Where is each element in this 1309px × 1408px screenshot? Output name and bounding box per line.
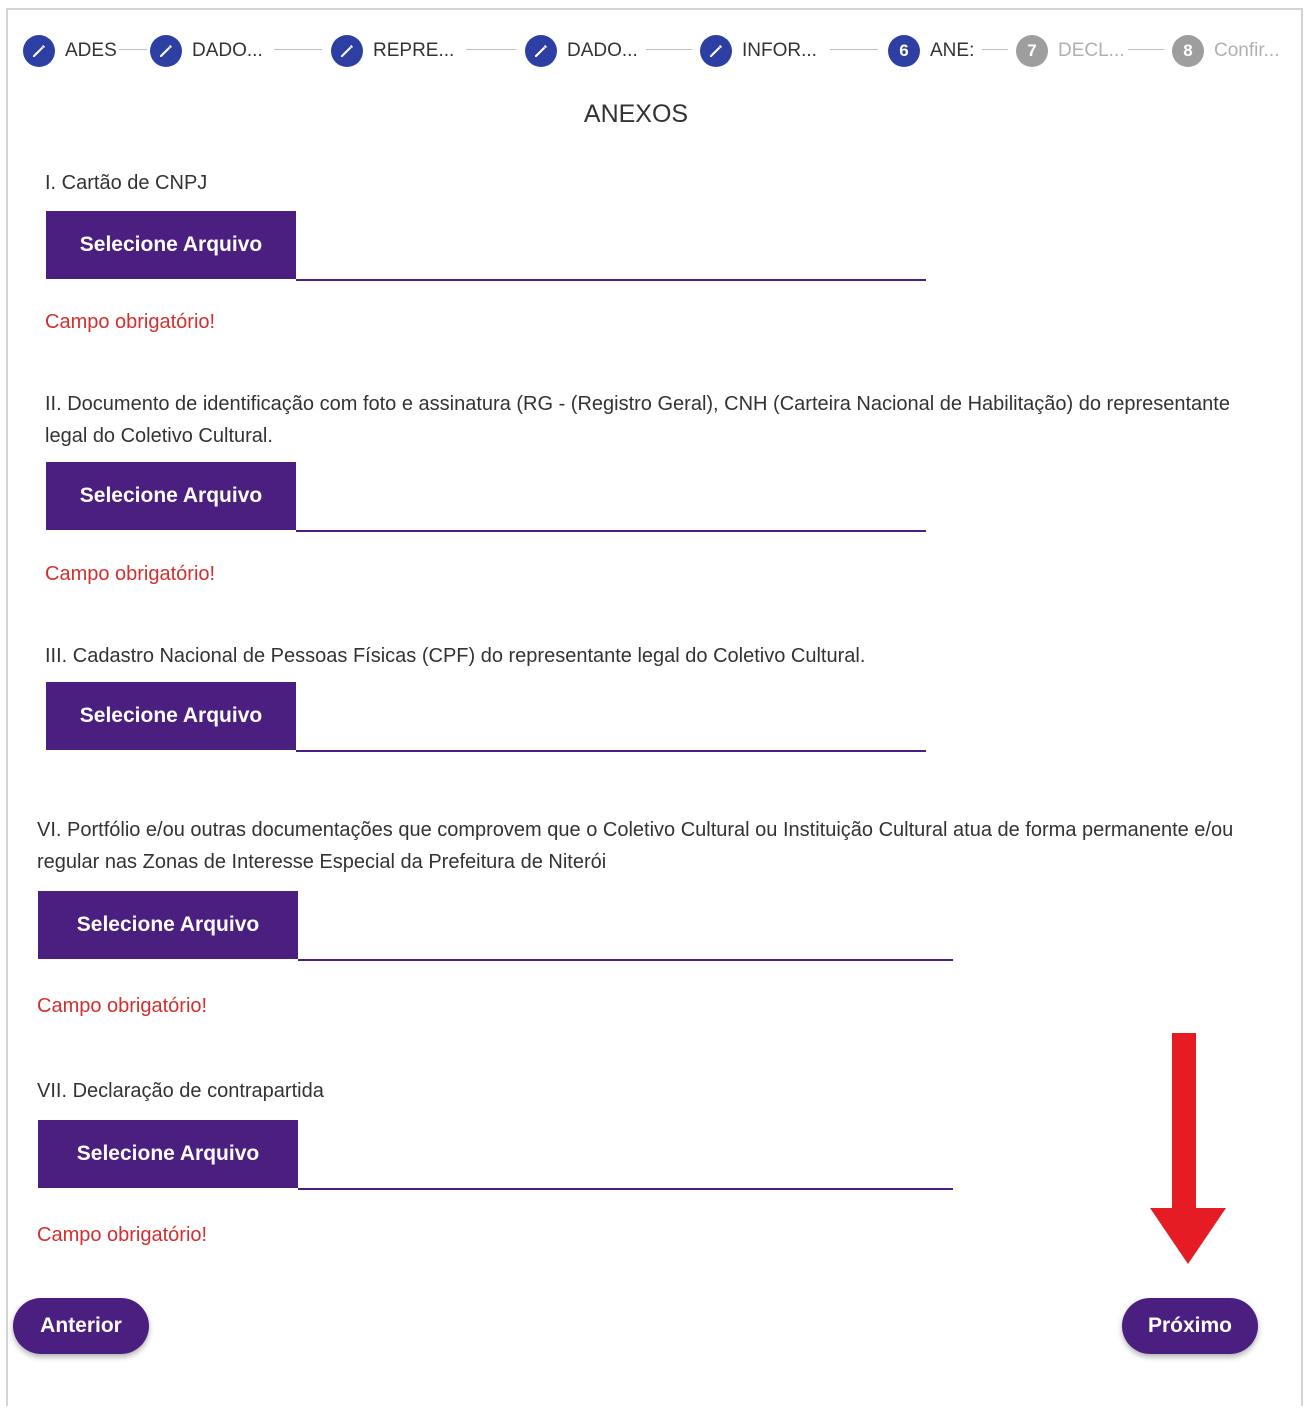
field-label-cnpj: I. Cartão de CNPJ: [45, 172, 208, 194]
step-7[interactable]: 7 DECL...: [1016, 34, 1125, 68]
file-input-underline: [298, 959, 953, 961]
field-label-portfolio: VI. Portfólio e/ou outras documentações …: [37, 819, 1234, 873]
pencil-icon: [150, 35, 182, 67]
step-number: 8: [1172, 35, 1204, 67]
stepper: ADES DADO... REPRE... DADO... INFOR... 6…: [0, 30, 1309, 70]
step-number: 6: [888, 35, 920, 67]
step-label: DADO...: [567, 40, 638, 61]
step-6[interactable]: 6 ANE:: [888, 34, 974, 68]
step-2[interactable]: DADO...: [150, 34, 263, 68]
step-8[interactable]: 8 Confir...: [1172, 34, 1279, 68]
file-upload-cpf: Selecione Arquivo: [46, 682, 926, 752]
step-connector: [466, 49, 516, 50]
step-label: ANE:: [930, 40, 975, 61]
page-title: ANEXOS: [583, 100, 689, 128]
annotation-arrow-head-icon: [1150, 1208, 1226, 1264]
pencil-icon: [525, 35, 557, 67]
step-connector: [274, 49, 322, 50]
file-upload-declaration: Selecione Arquivo: [38, 1120, 953, 1190]
file-input-underline: [298, 1188, 953, 1190]
previous-button[interactable]: Anterior: [13, 1298, 149, 1354]
field-label-id-document: II. Documento de identificação com foto …: [45, 393, 1230, 447]
pencil-icon: [700, 35, 732, 67]
step-4[interactable]: DADO...: [525, 34, 638, 68]
step-connector: [1128, 49, 1164, 50]
step-3[interactable]: REPRE...: [331, 34, 454, 68]
file-upload-id-document: Selecione Arquivo: [46, 462, 926, 532]
step-5[interactable]: INFOR...: [700, 34, 817, 68]
select-file-button[interactable]: Selecione Arquivo: [46, 211, 296, 279]
step-1[interactable]: ADES: [23, 34, 117, 68]
file-upload-cnpj: Selecione Arquivo: [46, 211, 926, 281]
file-input-underline: [296, 750, 926, 752]
step-label: REPRE...: [373, 40, 455, 61]
file-upload-portfolio: Selecione Arquivo: [38, 891, 953, 961]
select-file-button[interactable]: Selecione Arquivo: [46, 682, 296, 750]
step-label: ADES: [65, 40, 117, 61]
select-file-button[interactable]: Selecione Arquivo: [46, 462, 296, 530]
step-connector: [982, 49, 1008, 50]
next-button[interactable]: Próximo: [1122, 1298, 1258, 1354]
pencil-icon: [331, 35, 363, 67]
field-label-cpf: III. Cadastro Nacional de Pessoas Física…: [45, 645, 866, 667]
step-label: DECL...: [1058, 40, 1125, 61]
error-message: Campo obrigatório!: [45, 563, 216, 585]
step-connector: [646, 49, 692, 50]
file-input-underline: [296, 279, 926, 281]
field-label-declaration: VII. Declaração de contrapartida: [37, 1080, 324, 1102]
step-connector: [830, 49, 878, 50]
step-label: INFOR...: [742, 40, 817, 61]
step-label: Confir...: [1214, 40, 1280, 61]
step-number: 7: [1016, 35, 1048, 67]
file-input-underline: [296, 530, 926, 532]
error-message: Campo obrigatório!: [37, 1224, 208, 1246]
annotation-arrow-shaft: [1172, 1033, 1196, 1213]
pencil-icon: [23, 35, 55, 67]
step-label: DADO...: [192, 40, 263, 61]
error-message: Campo obrigatório!: [37, 995, 208, 1017]
step-connector: [119, 49, 147, 50]
error-message: Campo obrigatório!: [45, 311, 216, 333]
select-file-button[interactable]: Selecione Arquivo: [38, 891, 298, 959]
select-file-button[interactable]: Selecione Arquivo: [38, 1120, 298, 1188]
